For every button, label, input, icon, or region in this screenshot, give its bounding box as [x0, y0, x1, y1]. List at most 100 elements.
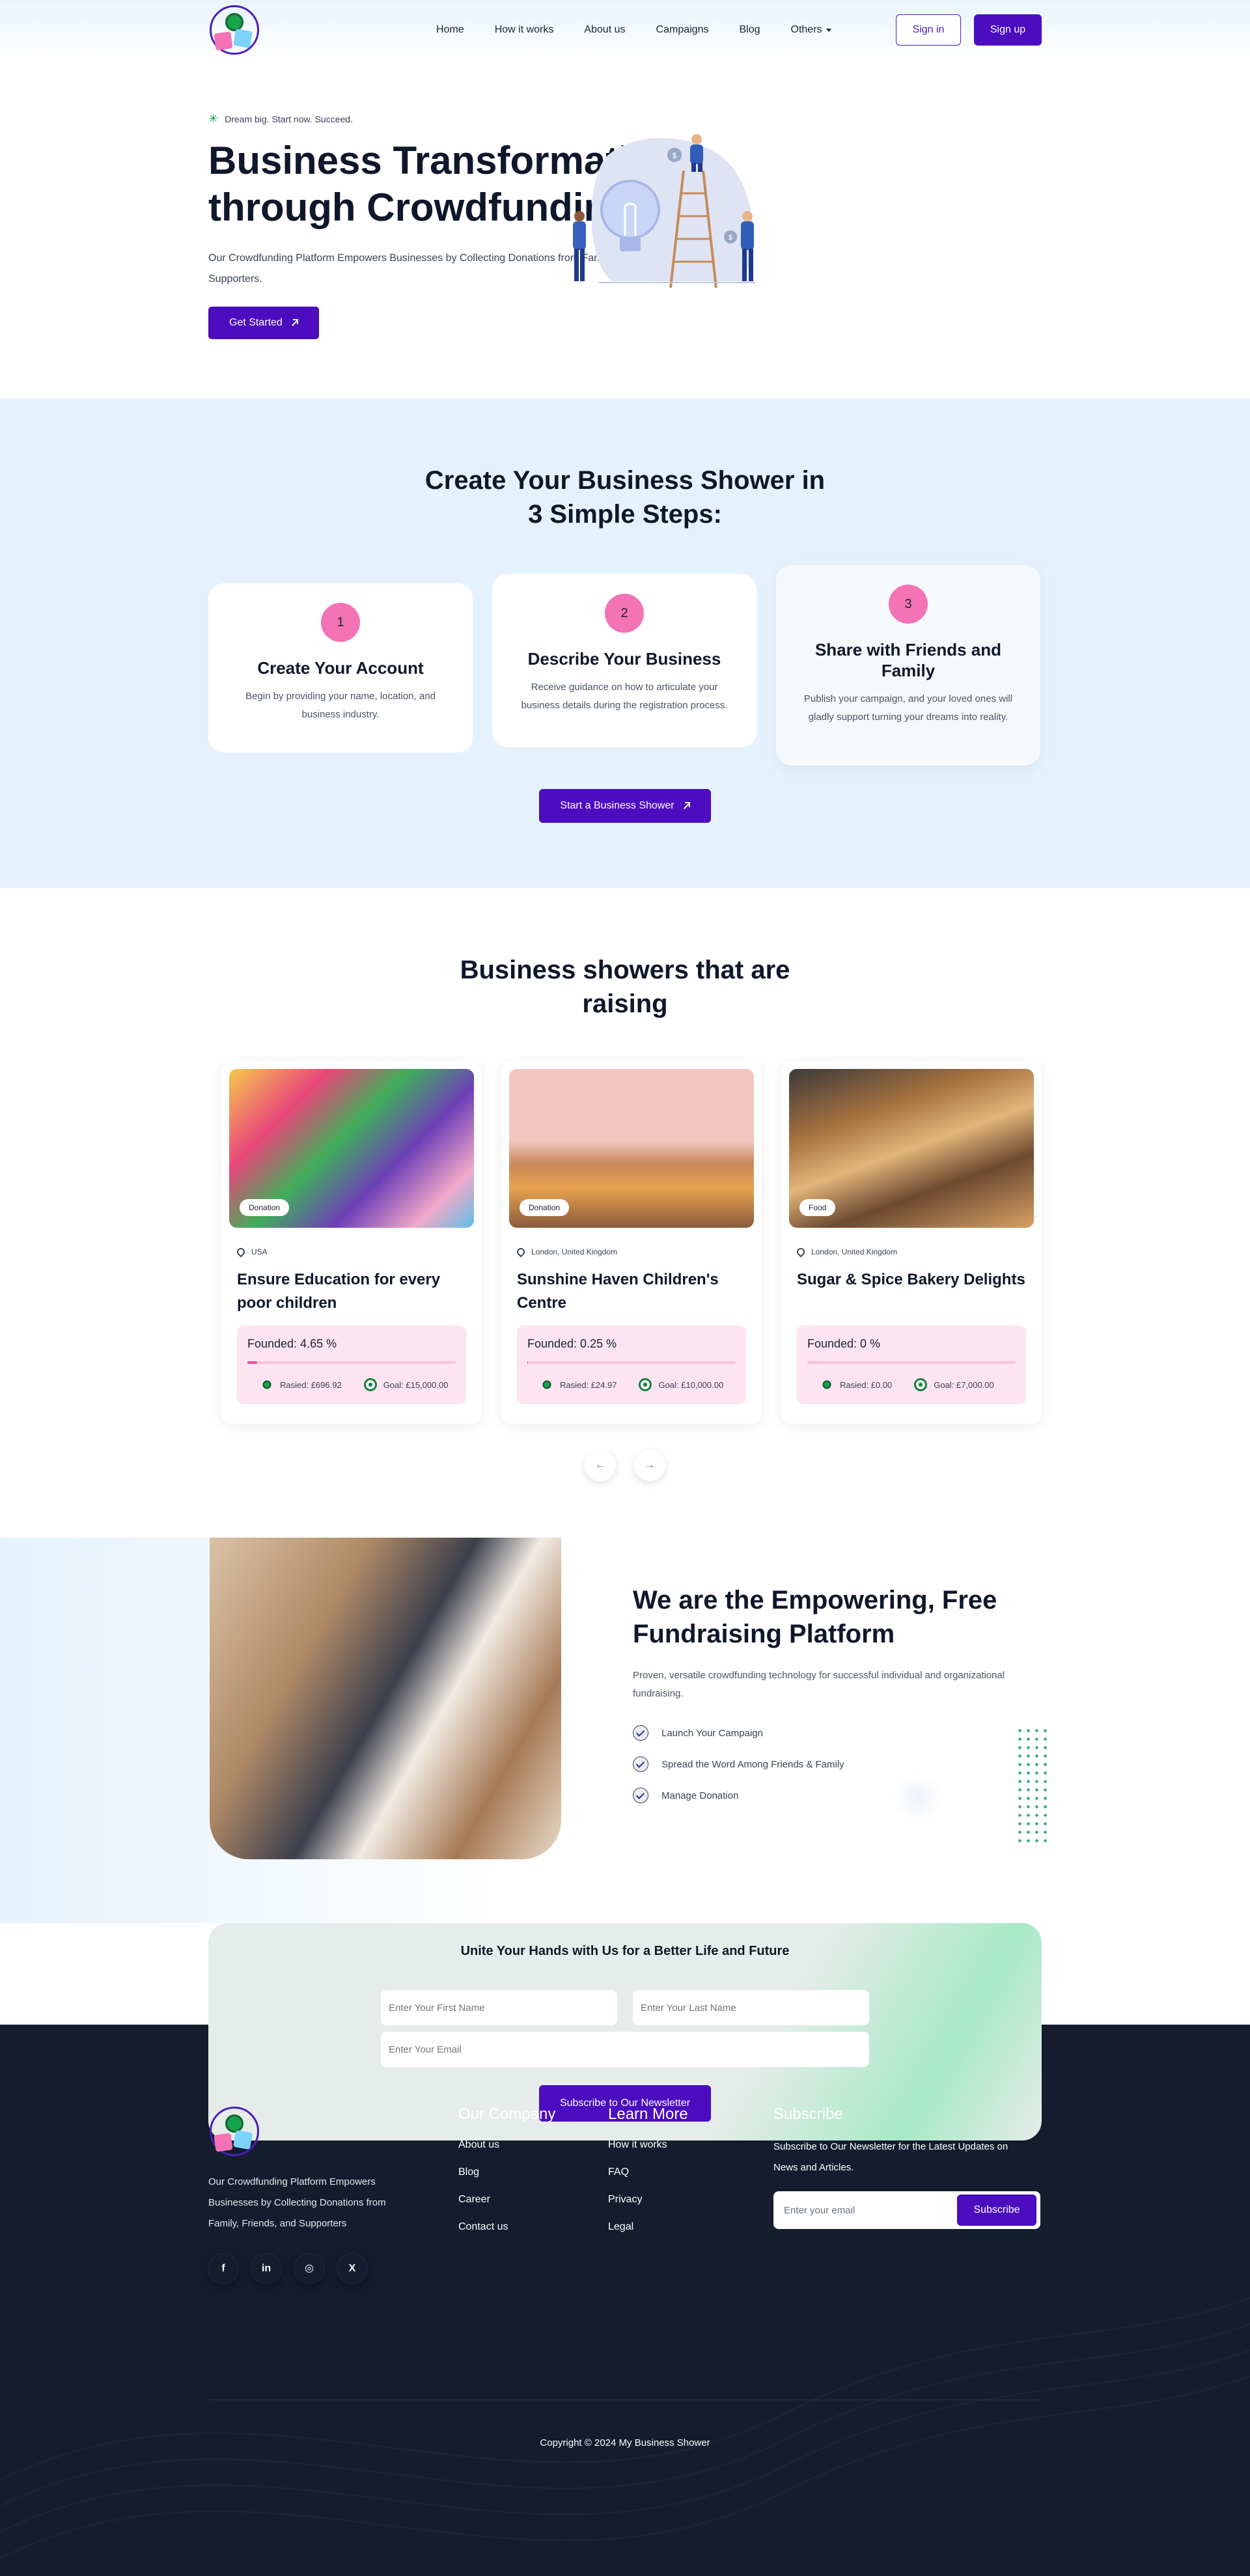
goal-amount: Goal: £15,000.00 — [383, 1379, 449, 1390]
carousel-prev-button[interactable]: ← — [585, 1450, 616, 1481]
raised-icon — [820, 1378, 833, 1391]
goal-icon — [914, 1378, 928, 1391]
instagram-icon[interactable]: ◎ — [294, 2254, 324, 2284]
decorative-dot-grid — [1016, 1726, 1051, 1846]
raised-icon — [260, 1378, 273, 1391]
raised-amount: Rasied: £696.92 — [280, 1379, 342, 1390]
feature-label: Spread the Word Among Friends & Family — [661, 1758, 844, 1770]
check-circle-icon — [633, 1788, 648, 1803]
campaign-location: London, United Kingdom — [795, 1246, 1034, 1258]
progress-bar — [247, 1361, 456, 1364]
campaign-location: USA — [235, 1246, 474, 1258]
volunteer-photo — [210, 1538, 561, 1859]
footer-subscribe-button[interactable]: Subscribe — [957, 2195, 1036, 2226]
brand-logo[interactable] — [208, 4, 260, 56]
campaign-badge: Donation — [240, 1199, 290, 1216]
nav-link-about-us[interactable]: About us — [584, 24, 625, 36]
nav-link-how-it-works[interactable]: How it works — [495, 24, 554, 36]
get-started-button[interactable]: Get Started — [208, 307, 319, 339]
footer-logo[interactable] — [208, 2105, 260, 2157]
logo-cube-icon — [232, 2129, 253, 2150]
about-section: We are the Empowering, Free Fundraising … — [0, 1538, 1250, 1923]
footer-link-faq[interactable]: FAQ — [608, 2167, 773, 2178]
decorative-blob — [892, 1772, 944, 1824]
founded-percent: Founded: 0.25 % — [527, 1337, 617, 1350]
nav-link-others[interactable]: Others — [791, 24, 831, 36]
campaign-title[interactable]: Sunshine Haven Children's Centre — [517, 1268, 746, 1315]
campaign-location-text: London, United Kingdom — [811, 1247, 898, 1256]
footer-link-blog[interactable]: Blog — [458, 2167, 608, 2178]
footer-link-privacy[interactable]: Privacy — [608, 2194, 773, 2206]
footer-link-how-it-works[interactable]: How it works — [608, 2139, 773, 2151]
copyright: Copyright © 2024 My Business Shower — [540, 2437, 710, 2448]
logo-plant-icon — [225, 13, 243, 31]
campaign-location-text: USA — [251, 1247, 268, 1256]
footer-subscribe-title: Subscribe — [773, 2105, 843, 2123]
step-title: Share with Friends and Family — [814, 640, 1002, 680]
footer-link-career[interactable]: Career — [458, 2194, 608, 2206]
steps-section: Create Your Business Shower in 3 Simple … — [0, 398, 1250, 888]
step-text: Begin by providing your name, location, … — [245, 691, 436, 720]
campaign-title[interactable]: Ensure Education for every poor children — [237, 1268, 466, 1315]
start-business-shower-button[interactable]: Start a Business Shower — [539, 789, 711, 823]
x-twitter-icon[interactable]: X — [337, 2254, 367, 2284]
email-input[interactable] — [381, 2032, 869, 2067]
signin-button[interactable]: Sign in — [896, 14, 961, 46]
step-title: Describe Your Business — [527, 649, 721, 669]
check-circle-icon — [633, 1756, 648, 1772]
nav-link-home[interactable]: Home — [436, 24, 464, 36]
goal-amount: Goal: £10,000.00 — [658, 1379, 724, 1390]
founded-percent: Founded: 0 % — [807, 1337, 881, 1350]
nav-link-campaigns[interactable]: Campaigns — [656, 24, 709, 36]
campaign-card[interactable]: Donation USA Ensure Education for every … — [221, 1061, 482, 1424]
funding-box: Founded: 0.25 % Rasied: £24.97 Goal: £10… — [517, 1325, 746, 1404]
footer-subscribe-form: Enter your email Subscribe — [773, 2191, 1040, 2229]
facebook-icon[interactable]: f — [208, 2254, 238, 2284]
nav-links: Home How it works About us Campaigns Blo… — [436, 24, 862, 36]
footer-link-legal[interactable]: Legal — [608, 2221, 773, 2233]
footer-email-input[interactable]: Enter your email — [784, 2205, 957, 2216]
linkedin-icon[interactable]: in — [251, 2254, 281, 2284]
arrow-up-right-icon — [682, 802, 690, 810]
logo-cube-icon — [232, 28, 253, 49]
hero-tagline: ✳ Dream big. Start now. Succeed. — [208, 112, 1042, 126]
location-pin-icon — [235, 1246, 247, 1258]
footer-link-about-us[interactable]: About us — [458, 2139, 608, 2151]
signup-button[interactable]: Sign up — [974, 14, 1042, 46]
last-name-input[interactable] — [633, 1990, 869, 2025]
about-title: We are the Empowering, Free Fundraising … — [633, 1586, 997, 1648]
funding-box: Founded: 0 % Rasied: £0.00 Goal: £7,000.… — [797, 1325, 1026, 1404]
step-text: Publish your campaign, and your loved on… — [803, 693, 1013, 723]
raised-amount: Rasied: £0.00 — [840, 1379, 893, 1390]
campaign-title[interactable]: Sugar & Spice Bakery Delights — [797, 1268, 1026, 1315]
progress-bar — [527, 1361, 736, 1364]
goal-amount: Goal: £7,000.00 — [934, 1379, 994, 1390]
check-circle-icon — [633, 1725, 648, 1741]
first-name-input[interactable] — [381, 1990, 617, 2025]
step-text: Receive guidance on how to articulate yo… — [521, 682, 728, 711]
step-number: 1 — [321, 603, 360, 642]
logo-cube-icon — [214, 2133, 233, 2152]
footer-link-contact-us[interactable]: Contact us — [458, 2221, 608, 2233]
arrow-up-right-icon — [290, 319, 298, 327]
carousel-next-button[interactable]: → — [634, 1450, 665, 1481]
nav-link-blog[interactable]: Blog — [739, 24, 760, 36]
campaign-badge: Donation — [520, 1199, 570, 1216]
step-number: 3 — [889, 585, 928, 624]
step-number: 2 — [605, 594, 644, 633]
footer-subscribe-text: Subscribe to Our Newsletter for the Late… — [773, 2141, 1008, 2173]
newsletter-footer-zone: Unite Your Hands with Us for a Better Li… — [0, 1923, 1250, 2576]
location-pin-icon — [795, 1246, 807, 1258]
logo-cube-icon — [214, 31, 233, 51]
step-card: 2 Describe Your Business Receive guidanc… — [492, 574, 757, 747]
campaign-image-kids-playing: Donation — [229, 1069, 474, 1228]
step-card: 1 Create Your Account Begin by providing… — [208, 583, 473, 753]
progress-fill — [527, 1361, 528, 1364]
feature-label: Manage Donation — [661, 1790, 739, 1801]
campaign-card[interactable]: Donation London, United Kingdom Sunshine… — [501, 1061, 762, 1424]
goal-icon — [639, 1378, 652, 1391]
sparkle-icon: ✳ — [208, 112, 219, 125]
campaign-image-bakery: Food — [789, 1069, 1034, 1228]
campaign-card[interactable]: Food London, United Kingdom Sugar & Spic… — [781, 1061, 1042, 1424]
footer-about: Our Crowdfunding Platform Empowers Busin… — [208, 2176, 386, 2229]
